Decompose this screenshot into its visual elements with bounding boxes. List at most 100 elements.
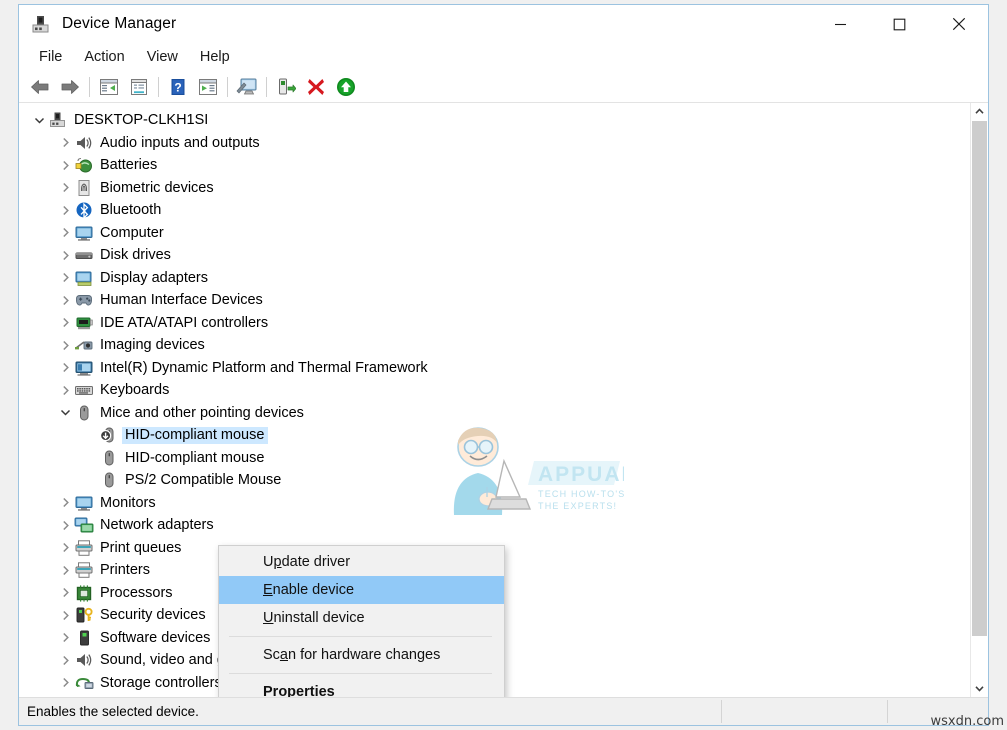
menu-view[interactable]: View (136, 46, 189, 68)
speaker-icon (74, 134, 94, 152)
tree-node[interactable]: IDE ATA/ATAPI controllers (19, 312, 970, 335)
context-menu-item[interactable]: Enable device (219, 576, 504, 604)
tree-node[interactable]: Mice and other pointing devices (19, 402, 970, 425)
chevron-right-icon[interactable] (57, 340, 74, 351)
chevron-down-icon[interactable] (57, 407, 74, 418)
enable-device-button[interactable] (331, 74, 361, 100)
status-divider-2 (887, 700, 888, 723)
context-menu-item[interactable]: Update driver (219, 548, 504, 576)
tree-node[interactable]: Human Interface Devices (19, 289, 970, 312)
tree-node-label: IDE ATA/ATAPI controllers (100, 316, 268, 331)
context-menu[interactable]: Update driver Enable device Uninstall devi… (218, 545, 505, 697)
chevron-right-icon[interactable] (57, 677, 74, 688)
minimize-button[interactable] (811, 5, 870, 43)
processor-icon (74, 584, 94, 602)
tree-node[interactable]: Audio inputs and outputs (19, 132, 970, 155)
tree-node-label: Mice and other pointing devices (100, 406, 304, 421)
fingerprint-icon (74, 179, 94, 197)
scroll-down-icon[interactable] (971, 680, 988, 697)
display-adapter-icon (74, 269, 94, 287)
imaging-device-icon (74, 336, 94, 354)
chevron-right-icon[interactable] (57, 272, 74, 283)
chevron-right-icon[interactable] (57, 250, 74, 261)
show-hide-console-tree-button[interactable] (94, 74, 124, 100)
tree-node[interactable]: Imaging devices (19, 334, 970, 357)
chevron-right-icon[interactable] (57, 227, 74, 238)
chevron-right-icon[interactable] (57, 587, 74, 598)
close-button[interactable] (929, 5, 988, 43)
chevron-right-icon[interactable] (57, 520, 74, 531)
tree-node[interactable]: Keyboards (19, 379, 970, 402)
vertical-scrollbar[interactable] (970, 103, 988, 697)
chevron-right-icon[interactable] (57, 295, 74, 306)
update-driver-button[interactable] (271, 74, 301, 100)
tree-node[interactable]: Batteries (19, 154, 970, 177)
tree-node-label: Print queues (100, 541, 181, 556)
tree-node[interactable]: Display adapters (19, 267, 970, 290)
tree-node[interactable]: PS/2 Compatible Mouse (19, 469, 970, 492)
chevron-right-icon[interactable] (57, 497, 74, 508)
ide-controller-icon (74, 314, 94, 332)
hid-icon (74, 291, 94, 309)
context-menu-item[interactable]: Scan for hardware changes (219, 641, 504, 669)
chevron-right-icon[interactable] (57, 385, 74, 396)
context-menu-item-label: Uninstall device (263, 610, 365, 626)
chevron-right-icon[interactable] (57, 182, 74, 193)
device-tree-area: DESKTOP-CLKH1SI Audio inputs and outputs… (19, 103, 988, 697)
network-adapter-icon (74, 516, 94, 534)
help-button[interactable]: ? (163, 74, 193, 100)
status-bar-text: Enables the selected device. (19, 704, 199, 719)
tree-node[interactable]: Computer (19, 222, 970, 245)
battery-icon (74, 156, 94, 174)
chevron-right-icon[interactable] (57, 565, 74, 576)
window-title: Device Manager (62, 15, 176, 33)
chevron-right-icon[interactable] (57, 205, 74, 216)
tree-node[interactable]: Disk drives (19, 244, 970, 267)
tree-node[interactable]: Biometric devices (19, 177, 970, 200)
properties-button[interactable] (124, 74, 154, 100)
chevron-right-icon[interactable] (57, 362, 74, 373)
device-manager-window: Device Manager File Action V (18, 4, 989, 726)
tree-node-label: HID-compliant mouse (125, 451, 264, 466)
chevron-right-icon[interactable] (57, 317, 74, 328)
maximize-button[interactable] (870, 5, 929, 43)
mouse-icon (99, 471, 119, 489)
tree-node[interactable]: HID-compliant mouse (19, 424, 970, 447)
menu-action[interactable]: Action (73, 46, 135, 68)
context-menu-item[interactable]: Uninstall device (219, 604, 504, 632)
disk-drive-icon (74, 246, 94, 264)
tree-node-label: Security devices (100, 608, 206, 623)
mouse-icon (74, 404, 94, 422)
tree-node[interactable]: Network adapters (19, 514, 970, 537)
keyboard-icon (74, 381, 94, 399)
forward-button[interactable] (55, 74, 85, 100)
context-menu-item-label: Update driver (263, 554, 350, 570)
tree-node[interactable]: Monitors (19, 492, 970, 515)
tree-root-node[interactable]: DESKTOP-CLKH1SI (19, 109, 970, 132)
toolbar: ? (19, 71, 988, 103)
tree-root-label: DESKTOP-CLKH1SI (74, 113, 208, 128)
tree-node[interactable]: HID-compliant mouse (19, 447, 970, 470)
uninstall-device-button[interactable] (301, 74, 331, 100)
chevron-right-icon[interactable] (57, 610, 74, 621)
chevron-right-icon[interactable] (57, 137, 74, 148)
chevron-right-icon[interactable] (57, 632, 74, 643)
tree-node[interactable]: Bluetooth (19, 199, 970, 222)
menu-help[interactable]: Help (189, 46, 241, 68)
scrollbar-thumb[interactable] (972, 121, 987, 636)
intel-platform-icon (74, 359, 94, 377)
back-button[interactable] (25, 74, 55, 100)
chevron-right-icon[interactable] (57, 542, 74, 553)
tree-node-label: HID-compliant mouse (122, 427, 268, 445)
scan-hardware-changes-button[interactable] (232, 74, 262, 100)
scroll-up-icon[interactable] (971, 103, 988, 120)
tree-node[interactable]: Intel(R) Dynamic Platform and Thermal Fr… (19, 357, 970, 380)
menu-file[interactable]: File (28, 46, 73, 68)
chevron-right-icon[interactable] (57, 160, 74, 171)
chevron-right-icon[interactable] (57, 655, 74, 666)
tree-node-label: Network adapters (100, 518, 214, 533)
context-menu-item[interactable]: Properties (219, 678, 504, 697)
show-action-pane-button[interactable] (193, 74, 223, 100)
chevron-down-icon[interactable] (31, 115, 48, 126)
speaker-icon (74, 651, 94, 669)
